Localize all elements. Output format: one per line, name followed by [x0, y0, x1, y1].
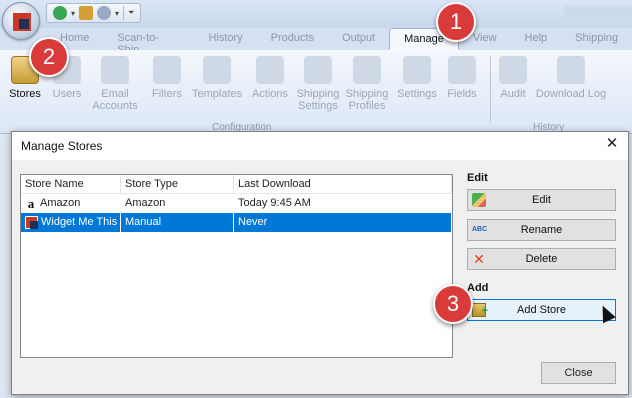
column-header-store-type[interactable]: Store Type [121, 175, 234, 193]
box-icon [353, 56, 381, 84]
fields-button[interactable]: Fields [437, 56, 487, 100]
step-marker-1: 1 [436, 2, 476, 42]
audit-button[interactable]: Audit [488, 56, 538, 100]
dialog-body: Store Name Store Type Last Download a Am… [12, 160, 628, 394]
back-icon[interactable] [53, 6, 67, 20]
shipping-icon [304, 56, 332, 84]
actions-button[interactable]: Actions [245, 56, 295, 100]
toolbar-separator [123, 6, 125, 20]
manage-stores-dialog: Manage Stores ✕ Store Name Store Type La… [11, 131, 629, 395]
customize-icon[interactable]: ⏷ [128, 8, 134, 18]
rename-button[interactable]: ABC Rename [467, 219, 616, 241]
fields-icon [448, 56, 476, 84]
filter-icon [153, 56, 181, 84]
tab-scan-to-ship[interactable]: Scan-to-Ship [103, 28, 194, 56]
tab-history[interactable]: History [194, 28, 256, 50]
step-marker-2: 2 [29, 37, 69, 77]
dialog-title: Manage Stores [21, 139, 103, 153]
pencil-icon [472, 193, 486, 207]
stores-list[interactable]: Store Name Store Type Last Download a Am… [20, 174, 453, 358]
gear-icon [256, 56, 284, 84]
checklist-icon [403, 56, 431, 84]
shipping-profiles-button[interactable]: Shipping Profiles [342, 56, 392, 112]
email-accounts-button[interactable]: Email Accounts [90, 56, 140, 112]
window-title-area [564, 6, 632, 18]
store-name: Widget Me This [41, 216, 118, 228]
delete-button-label: Delete [525, 253, 558, 265]
tab-output[interactable]: Output [328, 28, 389, 50]
store-icon [25, 216, 38, 229]
chevron-down-icon[interactable]: ▾ [115, 9, 119, 18]
template-icon [203, 56, 231, 84]
download-log-button[interactable]: Download Log [533, 56, 609, 100]
scroll-icon [557, 56, 585, 84]
ribbon-panel: Stores Users Email Accounts Filters Temp… [0, 50, 632, 134]
last-download-cell: Today 9:45 AM [238, 197, 311, 209]
settings-icon[interactable] [97, 6, 112, 20]
column-header-store-name[interactable]: Store Name [21, 175, 121, 193]
list-header: Store Name Store Type Last Download [21, 175, 452, 194]
amazon-icon: a [27, 196, 35, 211]
email-icon [101, 56, 129, 84]
add-store-button[interactable]: Add Store [467, 299, 616, 321]
column-header-last-download[interactable]: Last Download [234, 175, 452, 193]
delete-button[interactable]: ✕ Delete [467, 248, 616, 270]
store-type-cell: Amazon [125, 197, 166, 209]
filters-button[interactable]: Filters [142, 56, 192, 100]
step-marker-3: 3 [433, 284, 473, 324]
edit-button-label: Edit [532, 194, 551, 206]
camera-icon [499, 56, 527, 84]
store-name-cell: Widget Me This [21, 213, 121, 232]
store-name: Amazon [40, 197, 81, 209]
abc-icon: ABC [472, 226, 488, 233]
store-type-cell: Manual [121, 213, 234, 232]
table-row[interactable]: a Amazon Amazon Today 9:45 AM [21, 194, 452, 213]
add-heading: Add [467, 282, 489, 294]
quick-access-toolbar: ▾ ▾ ⏷ [46, 3, 142, 23]
delete-x-icon: ✕ [473, 251, 485, 267]
tab-products[interactable]: Products [257, 28, 328, 50]
tab-shipping[interactable]: Shipping [561, 28, 632, 50]
edit-heading: Edit [467, 172, 488, 184]
store-name-cell: a Amazon [21, 194, 121, 213]
app-menu-button[interactable] [2, 2, 40, 40]
chevron-down-icon[interactable]: ▾ [71, 9, 75, 18]
settings-button[interactable]: Settings [392, 56, 442, 100]
tab-help[interactable]: Help [511, 28, 562, 50]
add-store-button-label: Add Store [517, 304, 566, 316]
close-button[interactable]: Close [541, 362, 616, 384]
templates-button[interactable]: Templates [192, 56, 242, 100]
close-icon[interactable]: ✕ [604, 136, 620, 152]
edit-button[interactable]: Edit [467, 189, 616, 211]
rename-button-label: Rename [520, 224, 563, 236]
last-download-cell: Never [234, 213, 452, 232]
table-row[interactable]: Widget Me This Manual Never [21, 213, 452, 232]
ribbon-tabs: Home Scan-to-Ship History Products Outpu… [0, 28, 632, 56]
app-logo-icon [13, 13, 31, 31]
box-icon[interactable] [79, 6, 94, 20]
shipping-settings-button[interactable]: Shipping Settings [293, 56, 343, 112]
add-store-icon [472, 301, 488, 321]
title-bar: ▾ ▾ ⏷ [0, 0, 632, 28]
